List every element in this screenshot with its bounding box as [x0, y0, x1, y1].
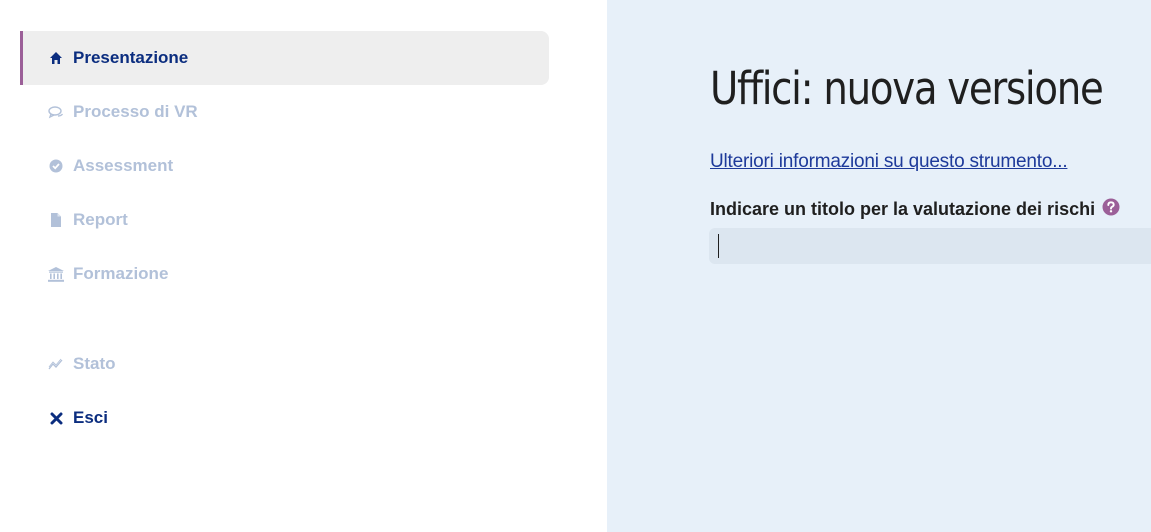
risk-assessment-title-input[interactable]	[709, 228, 1151, 264]
institution-icon	[47, 265, 65, 283]
sidebar-nav: Presentazione Processo di VR Assessment …	[20, 31, 549, 445]
sidebar-item-stato[interactable]: Stato	[20, 337, 549, 391]
close-icon	[47, 409, 65, 427]
sidebar-item-label: Stato	[73, 354, 116, 373]
main-content: Uffici: nuova versione Ulteriori informa…	[607, 0, 1151, 532]
sidebar-item-esci[interactable]: Esci	[20, 391, 549, 445]
sidebar-item-label: Presentazione	[73, 48, 189, 67]
home-icon	[47, 49, 65, 67]
chart-line-icon	[47, 355, 65, 373]
sidebar-item-presentazione[interactable]: Presentazione	[20, 31, 549, 85]
sidebar-item-label: Assessment	[73, 156, 174, 175]
sidebar-item-assessment[interactable]: Assessment	[20, 139, 549, 193]
file-icon	[47, 211, 65, 229]
help-icon[interactable]	[1102, 198, 1120, 216]
sidebar-item-label: Esci	[73, 408, 108, 427]
more-info-link[interactable]: Ulteriori informazioni su questo strumen…	[710, 151, 1068, 173]
sidebar-item-label: Report	[73, 210, 128, 229]
title-field-label-text: Indicare un titolo per la valutazione de…	[710, 199, 1096, 219]
chat-icon	[47, 103, 65, 121]
sidebar-item-label: Formazione	[73, 264, 169, 283]
page-title: Uffici: nuova versione	[710, 62, 1104, 115]
sidebar-item-formazione[interactable]: Formazione	[20, 247, 549, 301]
title-field-label: Indicare un titolo per la valutazione de…	[710, 198, 1120, 220]
text-cursor	[718, 234, 719, 258]
sidebar-item-processo-di-vr[interactable]: Processo di VR	[20, 85, 549, 139]
sidebar-item-report[interactable]: Report	[20, 193, 549, 247]
check-circle-icon	[47, 157, 65, 175]
sidebar: Presentazione Processo di VR Assessment …	[0, 0, 607, 532]
sidebar-item-label: Processo di VR	[73, 102, 198, 121]
